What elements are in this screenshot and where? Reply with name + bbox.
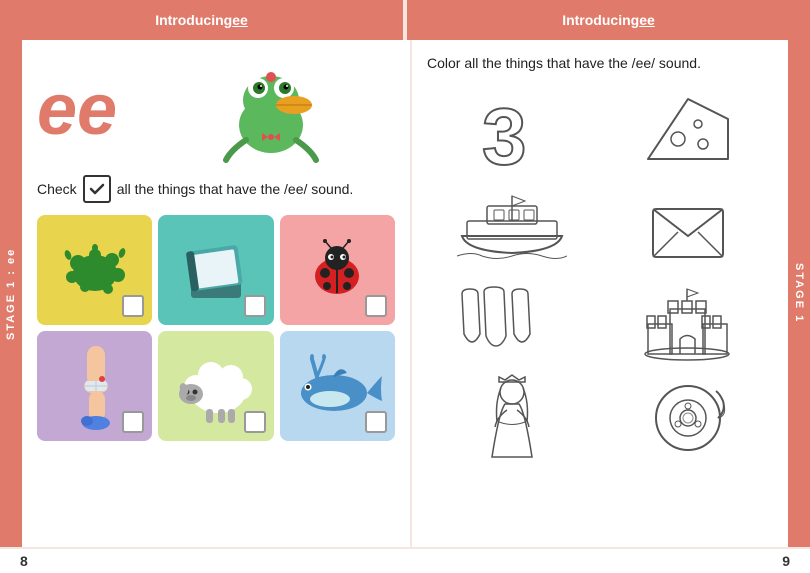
checkbox-splat[interactable] — [122, 295, 144, 317]
checkmark-svg — [88, 180, 106, 198]
page-num-right-text: 9 — [782, 553, 790, 569]
frog-svg — [216, 55, 326, 165]
coloring-grid: 3 — [427, 86, 773, 461]
header-left-ee: ee — [232, 12, 248, 28]
checkbox-book[interactable] — [244, 295, 266, 317]
check-instruction: Check all the things that have the /ee/ … — [37, 175, 395, 203]
left-panel: ee — [22, 40, 412, 547]
coloring-item-envelope — [603, 181, 774, 271]
book-svg — [181, 238, 251, 303]
grid-cell-ladybug — [280, 215, 395, 325]
footer: 8 9 — [0, 547, 810, 573]
header-left: Introducing ee — [0, 0, 403, 40]
ladybug-svg — [305, 238, 370, 303]
page-num-left-text: 8 — [20, 553, 28, 569]
checkbox-leg[interactable] — [122, 411, 144, 433]
ee-big-text: ee — [37, 74, 117, 146]
coloring-item-tape — [603, 371, 774, 461]
checkbox-sheep[interactable] — [244, 411, 266, 433]
stage-left-text: STAGE 1 : ee — [5, 247, 17, 339]
boat-svg — [457, 191, 567, 261]
header-right: Introducing ee — [407, 0, 810, 40]
grid-cell-leg — [37, 331, 152, 441]
splat-svg — [60, 235, 130, 305]
right-panel: Color all the things that have the /ee/ … — [412, 40, 788, 547]
coloring-item-princess — [427, 371, 598, 461]
svg-text:3: 3 — [482, 92, 527, 174]
grid-cell-splat — [37, 215, 152, 325]
check-instruction-text: all the things that have the /ee/ sound. — [117, 181, 354, 197]
princess-svg — [477, 372, 547, 460]
teeth-svg — [452, 284, 572, 359]
stage-right-text: STAGE 1 — [793, 263, 805, 323]
grid-cell-sheep — [158, 331, 273, 441]
color-instruction: Color all the things that have the /ee/ … — [427, 55, 773, 71]
grid-cell-whale — [280, 331, 395, 441]
envelope-svg — [648, 194, 728, 259]
main-content: STAGE 1 : ee ee — [0, 40, 810, 547]
tape-svg — [648, 376, 728, 456]
stage-left-bar: STAGE 1 : ee — [0, 40, 22, 547]
checkbox-ladybug[interactable] — [365, 295, 387, 317]
ee-display: ee — [37, 55, 395, 165]
coloring-item-three: 3 — [427, 86, 598, 176]
three-svg: 3 — [477, 89, 547, 174]
grid-cell-book — [158, 215, 273, 325]
header-right-label: Introducing — [562, 12, 639, 28]
sandcastle-svg — [640, 279, 735, 364]
color-instruction-text: Color all the things that have the /ee/ … — [427, 55, 701, 71]
header-right-ee: ee — [639, 12, 655, 28]
header: Introducing ee Introducing ee — [0, 0, 810, 40]
coloring-item-cheese — [603, 86, 774, 176]
check-label: Check — [37, 181, 77, 197]
page-number-left: 8 — [0, 549, 405, 573]
frog-illustration — [147, 55, 395, 165]
leg-svg — [67, 341, 122, 431]
coloring-item-boat — [427, 181, 598, 271]
cheese-svg — [643, 94, 733, 169]
image-grid — [37, 215, 395, 441]
coloring-item-sandcastle — [603, 276, 774, 366]
content-panels: ee — [22, 40, 788, 547]
page-number-right: 9 — [405, 549, 810, 573]
checkbox-whale[interactable] — [365, 411, 387, 433]
header-left-label: Introducing — [155, 12, 232, 28]
check-icon — [83, 175, 111, 203]
coloring-item-teeth — [427, 276, 598, 366]
stage-right-bar: STAGE 1 — [788, 40, 810, 547]
